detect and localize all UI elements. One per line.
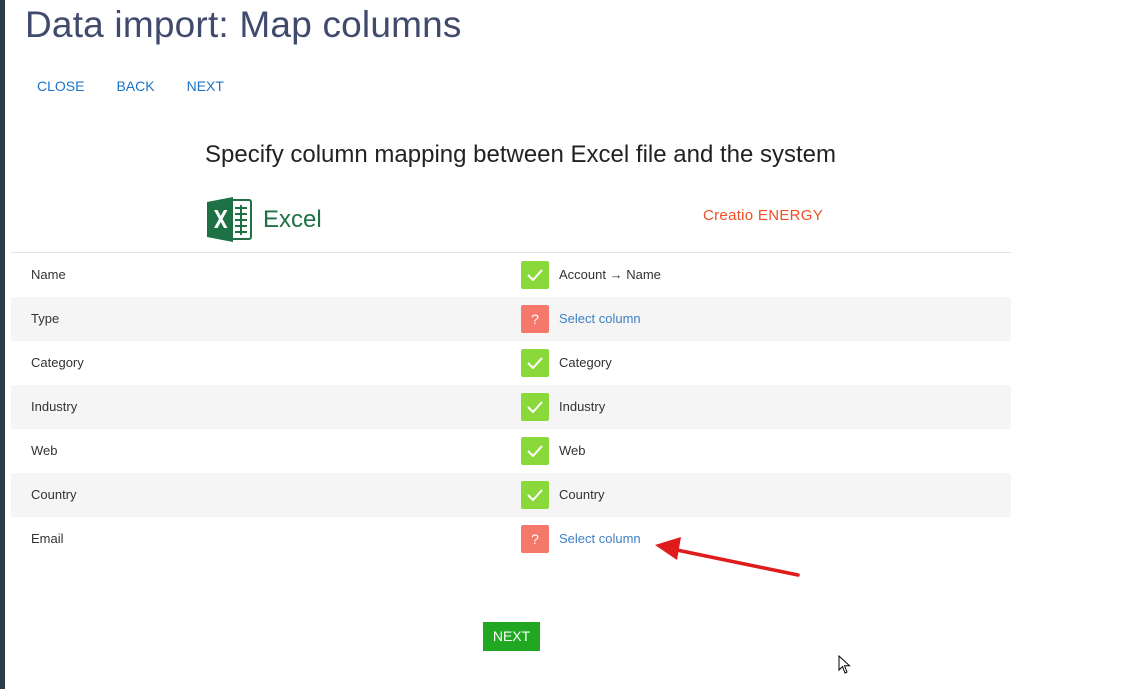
page-title: Data import: Map columns xyxy=(25,4,462,45)
excel-column-email: Email xyxy=(31,531,64,546)
mapping-row-country: Country Country xyxy=(11,473,1011,517)
question-mark-icon: ? xyxy=(521,525,549,553)
excel-column-industry: Industry xyxy=(31,399,78,414)
excel-column-category: Category xyxy=(31,355,84,370)
close-button[interactable]: CLOSE xyxy=(37,78,84,96)
back-button[interactable]: BACK xyxy=(116,78,154,96)
checkmark-icon xyxy=(521,437,549,465)
excel-logo: Excel xyxy=(207,197,322,242)
mapped-column-country[interactable]: Country xyxy=(559,487,605,502)
column-mapping-table: Name Account → Name Type ? Select column… xyxy=(11,253,1011,561)
checkmark-icon xyxy=(521,349,549,377)
checkmark-icon xyxy=(521,261,549,289)
mapping-row-email: Email ? Select column xyxy=(11,517,1011,561)
excel-column-name: Name xyxy=(31,267,66,282)
mapping-row-web: Web Web xyxy=(11,429,1011,473)
mouse-pointer-icon xyxy=(838,655,851,674)
next-button[interactable]: NEXT xyxy=(483,622,540,651)
window-left-edge xyxy=(0,0,5,689)
excel-column-country: Country xyxy=(31,487,77,502)
mapped-column-web[interactable]: Web xyxy=(559,443,586,458)
mapping-instructions: Specify column mapping between Excel fil… xyxy=(205,141,836,168)
toolbar: CLOSE BACK NEXT xyxy=(37,78,256,96)
question-mark-icon: ? xyxy=(521,305,549,333)
checkmark-icon xyxy=(521,481,549,509)
mapping-row-name: Name Account → Name xyxy=(11,253,1011,297)
excel-column-type: Type xyxy=(31,311,60,326)
select-column-link-email[interactable]: Select column xyxy=(559,531,641,546)
checkmark-icon xyxy=(521,393,549,421)
mapped-column-category[interactable]: Category xyxy=(559,355,612,370)
mapping-row-type: Type ? Select column xyxy=(11,297,1011,341)
mapped-column-name[interactable]: Account → Name xyxy=(559,267,661,282)
mapping-row-category: Category Category xyxy=(11,341,1011,385)
select-column-link-type[interactable]: Select column xyxy=(559,311,641,326)
excel-logo-text: Excel xyxy=(263,205,322,233)
excel-column-web: Web xyxy=(31,443,58,458)
next-link-button[interactable]: NEXT xyxy=(187,78,224,96)
creatio-logo: Creatio ENERGY xyxy=(703,207,824,224)
excel-icon xyxy=(207,197,252,242)
mapped-column-industry[interactable]: Industry xyxy=(559,399,605,414)
mapping-row-industry: Industry Industry xyxy=(11,385,1011,429)
